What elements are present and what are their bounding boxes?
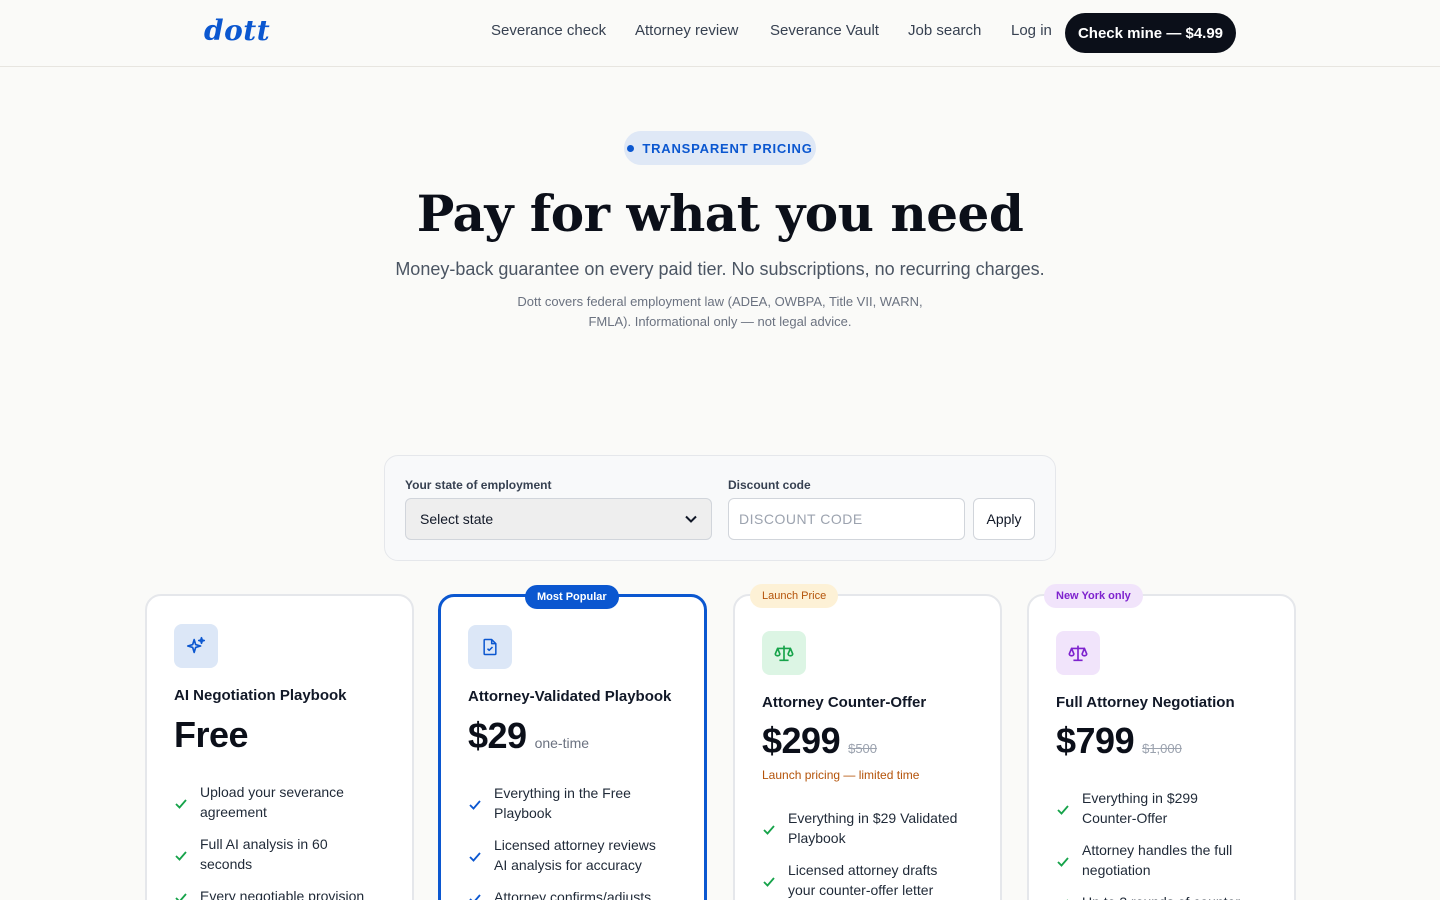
plan-card-validated[interactable]: Most Popular Attorney-Validated Playbook…	[438, 585, 707, 900]
feature-text: Licensed attorney drafts your counter-of…	[788, 862, 938, 898]
check-icon	[175, 799, 187, 809]
original-price: $500	[848, 741, 878, 756]
plan-name: Attorney-Validated Playbook	[468, 688, 672, 705]
page-subtitle: Money-back guarantee on every paid tier.…	[395, 259, 1045, 279]
document-check-icon	[468, 625, 512, 669]
check-icon	[1066, 899, 1068, 900]
feature-item: Up to 3 rounds of counter	[1056, 892, 1256, 900]
nav-severance-check[interactable]: Severance check	[491, 22, 606, 39]
logo[interactable]: dott	[204, 14, 270, 47]
feature-item: Everything in $29 Validated Playbook	[762, 808, 962, 848]
scale-icon	[762, 631, 806, 675]
feature-list: Everything in $29 Validated Playbook Lic…	[762, 808, 962, 900]
price-row: $799 $1,000	[1056, 720, 1182, 762]
nav-attorney-review[interactable]: Attorney review	[635, 22, 738, 39]
nav-severance-vault[interactable]: Severance Vault	[770, 22, 879, 39]
feature-text: Every negotiable provision	[200, 888, 365, 900]
nav-log-in[interactable]: Log in	[1011, 22, 1052, 39]
plan-price: $299	[762, 720, 841, 761]
plan-card-counter-offer[interactable]: Launch Price Attorney Counter-Offer $299…	[733, 584, 1002, 900]
check-icon	[1057, 805, 1069, 815]
check-icon	[763, 877, 775, 887]
launch-pricing-note: Launch pricing — limited time	[762, 768, 920, 782]
feature-text: Attorney confirms/adjusts	[494, 889, 652, 900]
plan-card-free[interactable]: AI Negotiation Playbook Free Upload your…	[145, 594, 414, 900]
feature-text: Licensed attorney reviews AI analysis fo…	[494, 837, 656, 873]
state-select[interactable]: Select state	[405, 498, 712, 540]
plan-card-full-negotiation[interactable]: New York only Full Attorney Negotiation …	[1027, 584, 1296, 900]
pill-label: TRANSPARENT PRICING	[642, 140, 813, 156]
launch-price-badge: Launch Price	[750, 584, 839, 608]
nav-job-search[interactable]: Job search	[908, 22, 981, 39]
scale-icon	[1056, 631, 1100, 675]
feature-item: Every negotiable provision	[174, 886, 374, 900]
feature-list: Upload your severance agreement Full AI …	[174, 782, 374, 900]
site-header: dott Severance check Attorney review Sev…	[0, 0, 1440, 67]
sparkles-icon	[174, 624, 218, 668]
apply-button[interactable]: Apply	[973, 498, 1035, 540]
feature-text: Upload your severance agreement	[200, 784, 344, 820]
plan-price: $799	[1056, 720, 1135, 761]
feature-item: Everything in the Free Playbook	[468, 783, 668, 823]
feature-list: Everything in $299 Counter-Offer Attorne…	[1056, 788, 1256, 900]
feature-text: Everything in the Free Playbook	[494, 785, 631, 821]
check-icon	[469, 852, 481, 862]
feature-item: Everything in $299 Counter-Offer	[1056, 788, 1256, 828]
original-price: $1,000	[1142, 741, 1182, 756]
state-label: Your state of employment	[405, 478, 552, 492]
discount-code-input[interactable]	[728, 498, 965, 540]
plan-name: Attorney Counter-Offer	[762, 694, 927, 711]
feature-item: Licensed attorney reviews AI analysis fo…	[468, 835, 668, 875]
plan-name: AI Negotiation Playbook	[174, 687, 347, 704]
check-mine-button[interactable]: Check mine — $4.99	[1065, 13, 1236, 53]
price-suffix: one-time	[534, 735, 590, 751]
price-row: $299 $500	[762, 720, 877, 762]
check-icon	[469, 894, 481, 900]
feature-text: Everything in $299 Counter-Offer	[1082, 790, 1198, 826]
check-icon	[1057, 857, 1069, 867]
page-title: Pay for what you need	[416, 184, 1024, 243]
feature-list: Everything in the Free Playbook Licensed…	[468, 783, 668, 900]
feature-text: Everything in $29 Validated Playbook	[788, 810, 958, 846]
pill-dot-icon	[627, 144, 635, 152]
feature-item: Upload your severance agreement	[174, 782, 374, 822]
discount-label: Discount code	[728, 478, 811, 492]
pricing-pill: TRANSPARENT PRICING	[624, 131, 816, 165]
new-york-only-badge: New York only	[1044, 584, 1143, 608]
check-icon	[763, 825, 775, 835]
feature-text: Attorney handles the full negotiation	[1082, 842, 1233, 878]
price-row: Free	[174, 714, 249, 756]
plan-price: Free	[174, 714, 249, 755]
most-popular-badge: Most Popular	[525, 585, 619, 609]
feature-item: Licensed attorney drafts your counter-of…	[762, 860, 962, 900]
price-row: $29 one-time	[468, 715, 589, 757]
feature-text: Full AI analysis in 60 seconds	[200, 836, 328, 872]
check-icon	[175, 851, 187, 861]
legal-note: Dott covers federal employment law (ADEA…	[517, 294, 923, 329]
feature-item: Full AI analysis in 60 seconds	[174, 834, 374, 874]
check-icon	[469, 800, 481, 810]
feature-text: Up to 3 rounds of counter	[1082, 892, 1240, 900]
feature-item: Attorney confirms/adjusts	[468, 887, 668, 900]
chevron-down-icon	[685, 515, 697, 523]
state-select-value: Select state	[420, 511, 494, 527]
pricing-options-form: Your state of employment Select state Di…	[384, 455, 1056, 561]
plan-name: Full Attorney Negotiation	[1056, 694, 1235, 711]
plan-price: $29	[468, 715, 527, 756]
feature-item: Attorney handles the full negotiation	[1056, 840, 1256, 880]
check-icon	[175, 893, 187, 900]
